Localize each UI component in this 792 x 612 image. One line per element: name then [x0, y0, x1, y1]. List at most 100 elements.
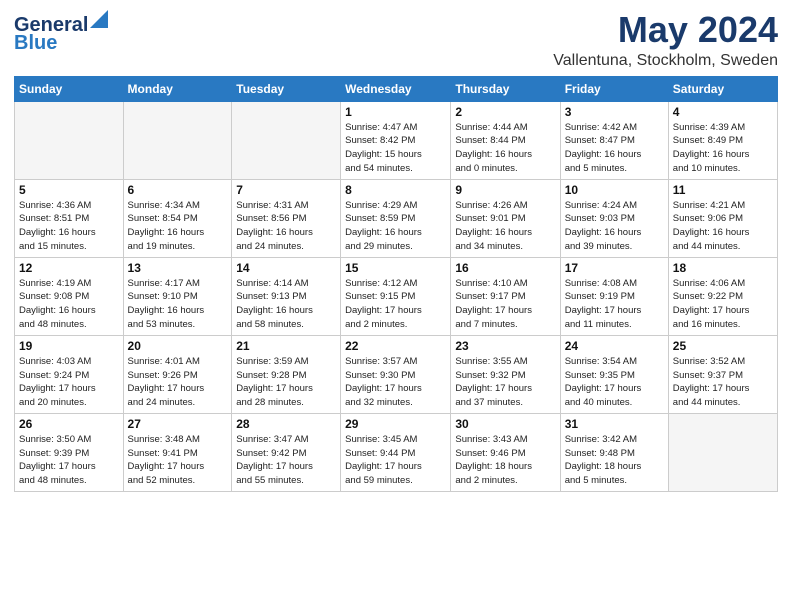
- day-number: 10: [565, 183, 664, 197]
- calendar-subtitle: Vallentuna, Stockholm, Sweden: [553, 52, 778, 70]
- day-info: Sunrise: 3:48 AM Sunset: 9:41 PM Dayligh…: [128, 433, 228, 488]
- day-number: 22: [345, 339, 446, 353]
- day-number: 20: [128, 339, 228, 353]
- day-info: Sunrise: 4:12 AM Sunset: 9:15 PM Dayligh…: [345, 277, 446, 332]
- weekday-header-monday: Monday: [123, 76, 232, 101]
- calendar-cell: 9 Sunrise: 4:26 AM Sunset: 9:01 PM Daylig…: [451, 179, 560, 257]
- calendar-week-2: 5Sunrise: 4:36 AM Sunset: 8:51 PM Daylig…: [15, 179, 778, 257]
- calendar-cell: 3 Sunrise: 4:42 AM Sunset: 8:47 PM Daylig…: [560, 101, 668, 179]
- logo-icon: [90, 10, 108, 33]
- calendar-cell: 10 Sunrise: 4:24 AM Sunset: 9:03 PM Dayli…: [560, 179, 668, 257]
- day-info: Sunrise: 3:59 AM Sunset: 9:28 PM Dayligh…: [236, 355, 336, 410]
- calendar-cell: 13 Sunrise: 4:17 AM Sunset: 9:10 PM Dayli…: [123, 257, 232, 335]
- calendar-cell: 6 Sunrise: 4:34 AM Sunset: 8:54 PM Daylig…: [123, 179, 232, 257]
- day-info: Sunrise: 3:52 AM Sunset: 9:37 PM Dayligh…: [673, 355, 773, 410]
- calendar-cell: 22 Sunrise: 3:57 AM Sunset: 9:30 PM Dayli…: [341, 335, 451, 413]
- day-info: Sunrise: 3:55 AM Sunset: 9:32 PM Dayligh…: [455, 355, 555, 410]
- day-info: Sunrise: 4:26 AM Sunset: 9:01 PM Dayligh…: [455, 199, 555, 254]
- header: General Blue May 2024 Vallentuna, Stockh…: [14, 10, 778, 70]
- day-number: 29: [345, 417, 446, 431]
- title-block: May 2024 Vallentuna, Stockholm, Sweden: [553, 10, 778, 70]
- calendar-cell: 11 Sunrise: 4:21 AM Sunset: 9:06 PM Dayli…: [668, 179, 777, 257]
- day-number: 1: [345, 105, 446, 119]
- day-info: Sunrise: 4:14 AM Sunset: 9:13 PM Dayligh…: [236, 277, 336, 332]
- day-number: 21: [236, 339, 336, 353]
- page: General Blue May 2024 Vallentuna, Stockh…: [0, 0, 792, 612]
- day-info: Sunrise: 4:10 AM Sunset: 9:17 PM Dayligh…: [455, 277, 555, 332]
- day-number: 23: [455, 339, 555, 353]
- day-info: Sunrise: 4:29 AM Sunset: 8:59 PM Dayligh…: [345, 199, 446, 254]
- calendar-cell: 7Sunrise: 4:31 AM Sunset: 8:56 PM Daylig…: [232, 179, 341, 257]
- day-info: Sunrise: 4:24 AM Sunset: 9:03 PM Dayligh…: [565, 199, 664, 254]
- day-number: 14: [236, 261, 336, 275]
- day-number: 11: [673, 183, 773, 197]
- weekday-header-wednesday: Wednesday: [341, 76, 451, 101]
- calendar-week-4: 19Sunrise: 4:03 AM Sunset: 9:24 PM Dayli…: [15, 335, 778, 413]
- weekday-header-thursday: Thursday: [451, 76, 560, 101]
- calendar-header-row: SundayMondayTuesdayWednesdayThursdayFrid…: [15, 76, 778, 101]
- calendar-table: SundayMondayTuesdayWednesdayThursdayFrid…: [14, 76, 778, 492]
- weekday-header-tuesday: Tuesday: [232, 76, 341, 101]
- day-number: 28: [236, 417, 336, 431]
- day-number: 9: [455, 183, 555, 197]
- day-number: 18: [673, 261, 773, 275]
- calendar-week-1: 1Sunrise: 4:47 AM Sunset: 8:42 PM Daylig…: [15, 101, 778, 179]
- day-info: Sunrise: 4:06 AM Sunset: 9:22 PM Dayligh…: [673, 277, 773, 332]
- day-info: Sunrise: 4:42 AM Sunset: 8:47 PM Dayligh…: [565, 121, 664, 176]
- day-info: Sunrise: 3:57 AM Sunset: 9:30 PM Dayligh…: [345, 355, 446, 410]
- day-info: Sunrise: 4:08 AM Sunset: 9:19 PM Dayligh…: [565, 277, 664, 332]
- day-number: 24: [565, 339, 664, 353]
- day-info: Sunrise: 4:44 AM Sunset: 8:44 PM Dayligh…: [455, 121, 555, 176]
- day-info: Sunrise: 4:17 AM Sunset: 9:10 PM Dayligh…: [128, 277, 228, 332]
- day-number: 31: [565, 417, 664, 431]
- day-info: Sunrise: 3:45 AM Sunset: 9:44 PM Dayligh…: [345, 433, 446, 488]
- day-number: 25: [673, 339, 773, 353]
- day-info: Sunrise: 3:50 AM Sunset: 9:39 PM Dayligh…: [19, 433, 119, 488]
- calendar-cell: 1Sunrise: 4:47 AM Sunset: 8:42 PM Daylig…: [341, 101, 451, 179]
- day-number: 2: [455, 105, 555, 119]
- weekday-header-saturday: Saturday: [668, 76, 777, 101]
- calendar-week-5: 26Sunrise: 3:50 AM Sunset: 9:39 PM Dayli…: [15, 413, 778, 491]
- calendar-cell: 14 Sunrise: 4:14 AM Sunset: 9:13 PM Dayli…: [232, 257, 341, 335]
- calendar-week-3: 12 Sunrise: 4:19 AM Sunset: 9:08 PM Dayli…: [15, 257, 778, 335]
- day-number: 4: [673, 105, 773, 119]
- calendar-cell: 29 Sunrise: 3:45 AM Sunset: 9:44 PM Dayli…: [341, 413, 451, 491]
- calendar-cell: [668, 413, 777, 491]
- calendar-cell: 12 Sunrise: 4:19 AM Sunset: 9:08 PM Dayli…: [15, 257, 124, 335]
- day-number: 3: [565, 105, 664, 119]
- day-number: 6: [128, 183, 228, 197]
- calendar-cell: [232, 101, 341, 179]
- day-number: 17: [565, 261, 664, 275]
- logo: General Blue: [14, 10, 108, 53]
- day-info: Sunrise: 4:21 AM Sunset: 9:06 PM Dayligh…: [673, 199, 773, 254]
- calendar-cell: [15, 101, 124, 179]
- calendar-cell: 18 Sunrise: 4:06 AM Sunset: 9:22 PM Dayli…: [668, 257, 777, 335]
- day-info: Sunrise: 4:34 AM Sunset: 8:54 PM Dayligh…: [128, 199, 228, 254]
- calendar-cell: 19Sunrise: 4:03 AM Sunset: 9:24 PM Dayli…: [15, 335, 124, 413]
- calendar-cell: 25 Sunrise: 3:52 AM Sunset: 9:37 PM Dayli…: [668, 335, 777, 413]
- calendar-cell: 16Sunrise: 4:10 AM Sunset: 9:17 PM Dayli…: [451, 257, 560, 335]
- weekday-header-friday: Friday: [560, 76, 668, 101]
- calendar-cell: 27Sunrise: 3:48 AM Sunset: 9:41 PM Dayli…: [123, 413, 232, 491]
- day-number: 15: [345, 261, 446, 275]
- calendar-cell: 4 Sunrise: 4:39 AM Sunset: 8:49 PM Daylig…: [668, 101, 777, 179]
- day-info: Sunrise: 3:54 AM Sunset: 9:35 PM Dayligh…: [565, 355, 664, 410]
- day-info: Sunrise: 4:19 AM Sunset: 9:08 PM Dayligh…: [19, 277, 119, 332]
- calendar-cell: 21 Sunrise: 3:59 AM Sunset: 9:28 PM Dayli…: [232, 335, 341, 413]
- day-info: Sunrise: 3:42 AM Sunset: 9:48 PM Dayligh…: [565, 433, 664, 488]
- calendar-title: May 2024: [553, 10, 778, 50]
- day-number: 12: [19, 261, 119, 275]
- calendar-cell: 26Sunrise: 3:50 AM Sunset: 9:39 PM Dayli…: [15, 413, 124, 491]
- day-info: Sunrise: 4:36 AM Sunset: 8:51 PM Dayligh…: [19, 199, 119, 254]
- calendar-cell: 31 Sunrise: 3:42 AM Sunset: 9:48 PM Dayli…: [560, 413, 668, 491]
- day-number: 13: [128, 261, 228, 275]
- day-info: Sunrise: 4:03 AM Sunset: 9:24 PM Dayligh…: [19, 355, 119, 410]
- calendar-cell: 24 Sunrise: 3:54 AM Sunset: 9:35 PM Dayli…: [560, 335, 668, 413]
- calendar-cell: 17 Sunrise: 4:08 AM Sunset: 9:19 PM Dayli…: [560, 257, 668, 335]
- day-info: Sunrise: 3:43 AM Sunset: 9:46 PM Dayligh…: [455, 433, 555, 488]
- calendar-cell: 28 Sunrise: 3:47 AM Sunset: 9:42 PM Dayli…: [232, 413, 341, 491]
- day-number: 30: [455, 417, 555, 431]
- day-info: Sunrise: 3:47 AM Sunset: 9:42 PM Dayligh…: [236, 433, 336, 488]
- day-info: Sunrise: 4:39 AM Sunset: 8:49 PM Dayligh…: [673, 121, 773, 176]
- calendar-cell: 23 Sunrise: 3:55 AM Sunset: 9:32 PM Dayli…: [451, 335, 560, 413]
